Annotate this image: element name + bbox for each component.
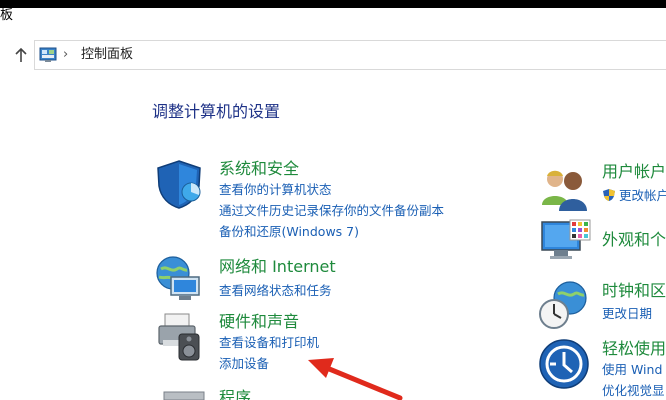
annotation-arrow-icon: [308, 358, 403, 400]
category-network-internet[interactable]: 网络和 Internet: [219, 257, 336, 277]
control-panel-icon: [39, 47, 57, 62]
window-title: 板: [0, 8, 14, 23]
network-globe-icon[interactable]: [153, 253, 205, 305]
window-title-bar: [0, 0, 666, 8]
breadcrumb-chevron-icon[interactable]: ›: [63, 45, 68, 65]
link-change-date[interactable]: 更改日期: [602, 306, 652, 322]
up-arrow-icon[interactable]: [14, 47, 28, 63]
uac-shield-icon: [603, 189, 615, 201]
clock-globe-icon[interactable]: [538, 280, 590, 332]
page-heading: 调整计算机的设置: [152, 102, 281, 121]
link-add-device[interactable]: 添加设备: [219, 356, 269, 372]
category-clock-region[interactable]: 时钟和区: [602, 281, 666, 301]
link-file-history-backup[interactable]: 通过文件历史记录保存你的文件备份副本: [219, 203, 444, 219]
appearance-icon[interactable]: [540, 218, 592, 270]
link-change-account[interactable]: 更改帐户: [619, 188, 666, 204]
breadcrumb-control-panel[interactable]: 控制面板: [81, 46, 133, 64]
link-view-computer-status[interactable]: 查看你的计算机状态: [219, 182, 332, 198]
category-programs[interactable]: 程序: [219, 388, 251, 400]
user-accounts-icon[interactable]: [539, 163, 591, 215]
category-hardware-sound[interactable]: 硬件和声音: [219, 312, 299, 332]
category-ease-of-access[interactable]: 轻松使用: [602, 339, 666, 359]
link-use-windows[interactable]: 使用 Wind: [602, 362, 662, 378]
category-appearance[interactable]: 外观和个: [602, 230, 666, 250]
shield-icon[interactable]: [153, 158, 205, 210]
link-backup-restore[interactable]: 备份和还原(Windows 7): [219, 224, 359, 240]
printer-speaker-icon[interactable]: [153, 310, 205, 362]
link-devices-printers[interactable]: 查看设备和打印机: [219, 335, 319, 351]
category-system-security[interactable]: 系统和安全: [219, 159, 299, 179]
link-network-status[interactable]: 查看网络状态和任务: [219, 283, 332, 299]
address-bar[interactable]: › 控制面板: [34, 40, 666, 70]
programs-icon[interactable]: [160, 390, 212, 400]
link-optimize-visual[interactable]: 优化视觉显: [602, 383, 665, 399]
category-user-accounts[interactable]: 用户帐户: [602, 162, 666, 182]
ease-of-access-icon[interactable]: [538, 338, 590, 390]
